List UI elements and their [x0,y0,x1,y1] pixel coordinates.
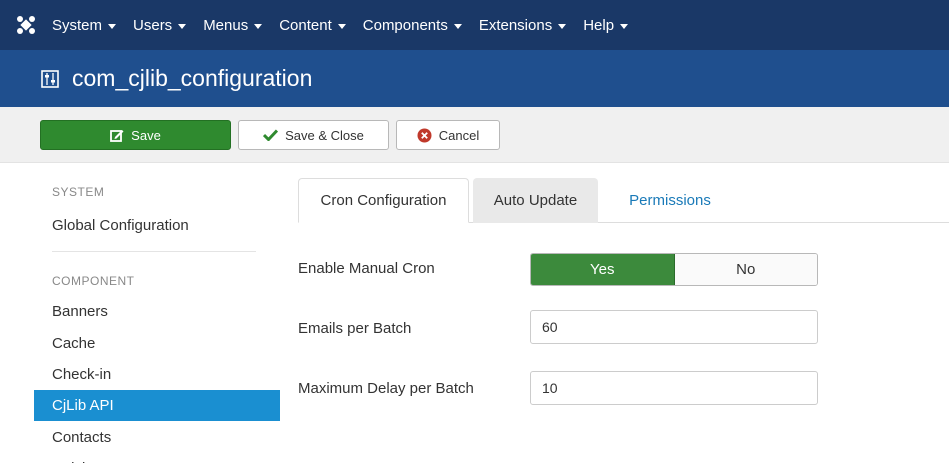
caret-down-icon [620,23,629,29]
emails-per-batch-input[interactable] [530,310,818,344]
nav-extensions-label: Extensions [478,16,553,34]
nav-menus[interactable]: Menus [203,16,263,34]
save-close-button[interactable]: Save & Close [238,120,389,150]
nav-users[interactable]: Users [133,16,187,34]
caret-down-icon [254,23,263,29]
sidebar-item-cache[interactable]: Cache [34,328,280,359]
equalizer-icon [40,69,60,89]
nav-components-label: Components [362,16,448,34]
sidebar-heading-component: COMPONENT [52,274,135,288]
sidebar-item-contacts[interactable]: Contacts [34,422,280,453]
enable-manual-cron-label: Enable Manual Cron [298,260,435,277]
caret-down-icon [178,23,187,29]
nav-content-label: Content [279,16,332,34]
toggle-no-button[interactable]: No [674,254,817,285]
top-navbar: System Users Menus Content Components Ex… [0,0,949,50]
tab-bar: Cron Configuration Auto Update Permissio… [280,163,949,223]
enable-manual-cron-toggle: Yes No [530,253,818,286]
tab-auto-update[interactable]: Auto Update [473,178,598,223]
nav-extensions[interactable]: Extensions [478,16,567,34]
nav-components[interactable]: Components [363,17,462,34]
tab-cron-configuration[interactable]: Cron Configuration [298,178,469,223]
checkmark-icon [263,129,279,141]
joomla-logo-icon[interactable] [0,0,52,50]
caret-down-icon [453,23,462,29]
toggle-yes-button[interactable]: Yes [531,254,675,285]
save-close-label: Save & Close [285,127,364,143]
nav-help[interactable]: Help [583,16,629,34]
nav-system-label: System [52,16,103,34]
toolbar: Save Save & Close Cancel [0,107,949,163]
nav-help-label: Help [583,16,615,34]
maximum-delay-per-batch-input[interactable] [530,371,818,405]
nav-content[interactable]: Content [279,17,346,34]
nav-menus-label: Menus [203,16,249,34]
sidebar-item-cjlib-api[interactable]: CjLib API [34,390,280,421]
cancel-label: Cancel [438,127,480,143]
cancel-icon [417,128,432,143]
caret-down-icon [337,23,346,29]
save-label: Save [131,127,161,143]
sidebar-divider [52,251,256,252]
maximum-delay-per-batch-label: Maximum Delay per Batch [298,380,474,397]
sidebar-item-banners[interactable]: Banners [34,296,280,327]
edit-icon [110,128,124,142]
caret-down-icon [558,23,567,29]
sidebar-item-check-in[interactable]: Check-in [34,359,280,390]
nav-system[interactable]: System [52,16,117,34]
tab-permissions[interactable]: Permissions [602,178,738,223]
sidebar-item-global-configuration[interactable]: Global Configuration [34,210,280,241]
page-header: com_cjlib_configuration [0,50,949,107]
sidebar-heading-system: SYSTEM [52,185,105,199]
sidebar-item-articles[interactable]: Articles [34,453,280,463]
emails-per-batch-label: Emails per Batch [298,320,412,337]
cancel-button[interactable]: Cancel [396,120,500,150]
save-button[interactable]: Save [40,120,231,150]
page-title: com_cjlib_configuration [72,65,313,91]
caret-down-icon [108,23,117,29]
nav-users-label: Users [133,16,173,34]
sidebar: SYSTEM Global Configuration COMPONENT Ba… [0,163,280,463]
